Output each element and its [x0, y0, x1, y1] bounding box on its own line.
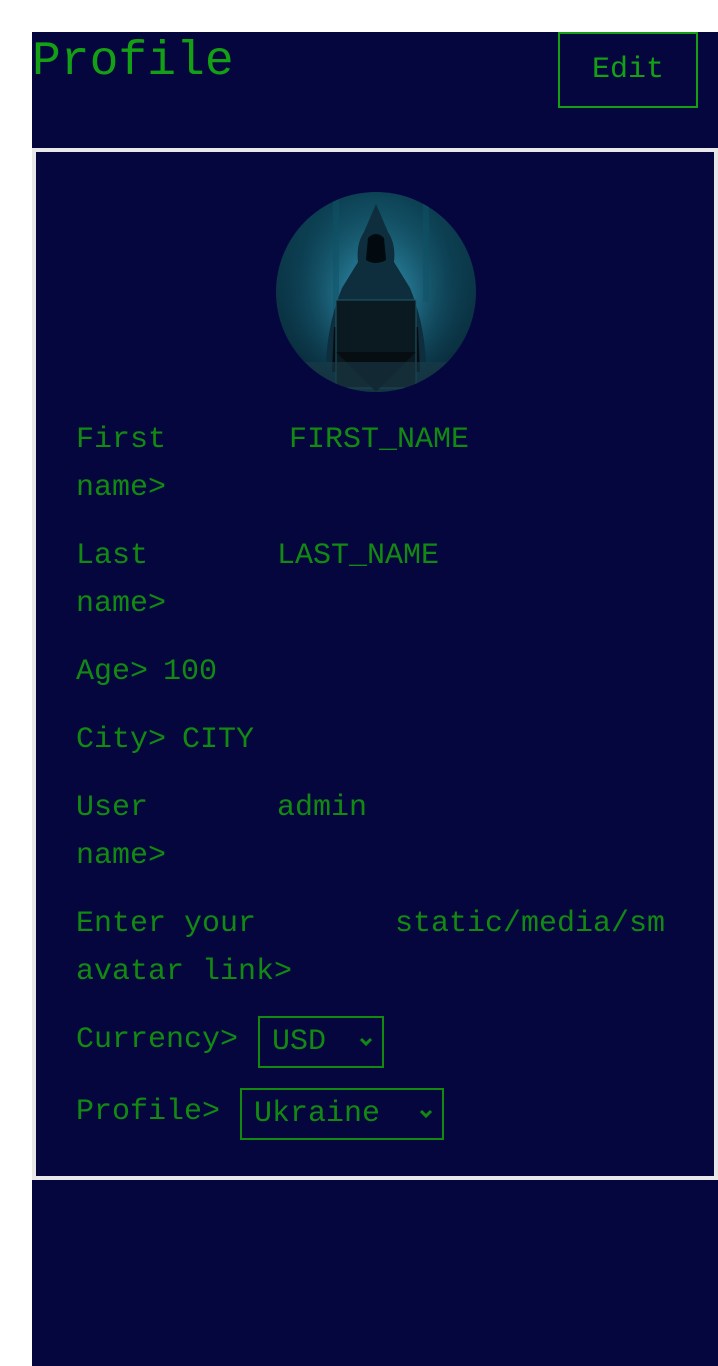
profile-country-field: Profile> Ukraine [76, 1088, 696, 1144]
profile-country-selected-value: Ukraine [254, 1097, 381, 1131]
profile-page: Profile Edit First name> FIRST_NAME Last… [32, 32, 718, 1366]
header: Profile Edit [32, 32, 718, 148]
currency-field: Currency> USD [76, 1016, 696, 1072]
profile-card: First name> FIRST_NAME Last name> LAST_N… [32, 152, 718, 1176]
user-name-label: User name> [76, 791, 167, 873]
currency-select[interactable]: USD [258, 1016, 384, 1068]
currency-selected-value: USD [272, 1025, 327, 1059]
edit-button[interactable]: Edit [558, 32, 698, 108]
last-name-value: LAST_NAME [277, 539, 440, 573]
page-title: Profile [32, 35, 234, 89]
city-field: City> CITY [76, 716, 696, 764]
avatar [276, 192, 476, 392]
last-name-field: Last name> LAST_NAME [76, 532, 696, 628]
city-label: City> [76, 723, 167, 757]
first-name-value: FIRST_NAME [289, 423, 470, 457]
avatar-link-label: Enter your avatar link> [76, 907, 293, 989]
profile-country-label: Profile> [76, 1095, 221, 1129]
city-value: CITY [182, 723, 255, 757]
chevron-down-icon [419, 1109, 433, 1119]
currency-label: Currency> [76, 1023, 239, 1057]
user-name-field: User name> admin [76, 784, 696, 880]
chevron-down-icon [359, 1037, 373, 1047]
last-name-label: Last name> [76, 539, 167, 621]
user-name-value: admin [277, 791, 368, 825]
avatar-link-field: Enter your avatar link> static/media/sm [76, 900, 696, 996]
hooded-hacker-avatar-icon [276, 192, 476, 392]
age-label: Age> [76, 655, 149, 689]
avatar-link-value: static/media/sm [395, 907, 666, 941]
first-name-label: First name> [76, 423, 167, 505]
first-name-field: First name> FIRST_NAME [76, 416, 696, 512]
profile-country-select[interactable]: Ukraine [240, 1088, 444, 1140]
divider-bottom [32, 1176, 718, 1180]
age-field: Age> 100 [76, 648, 696, 696]
age-value: 100 [163, 655, 218, 689]
